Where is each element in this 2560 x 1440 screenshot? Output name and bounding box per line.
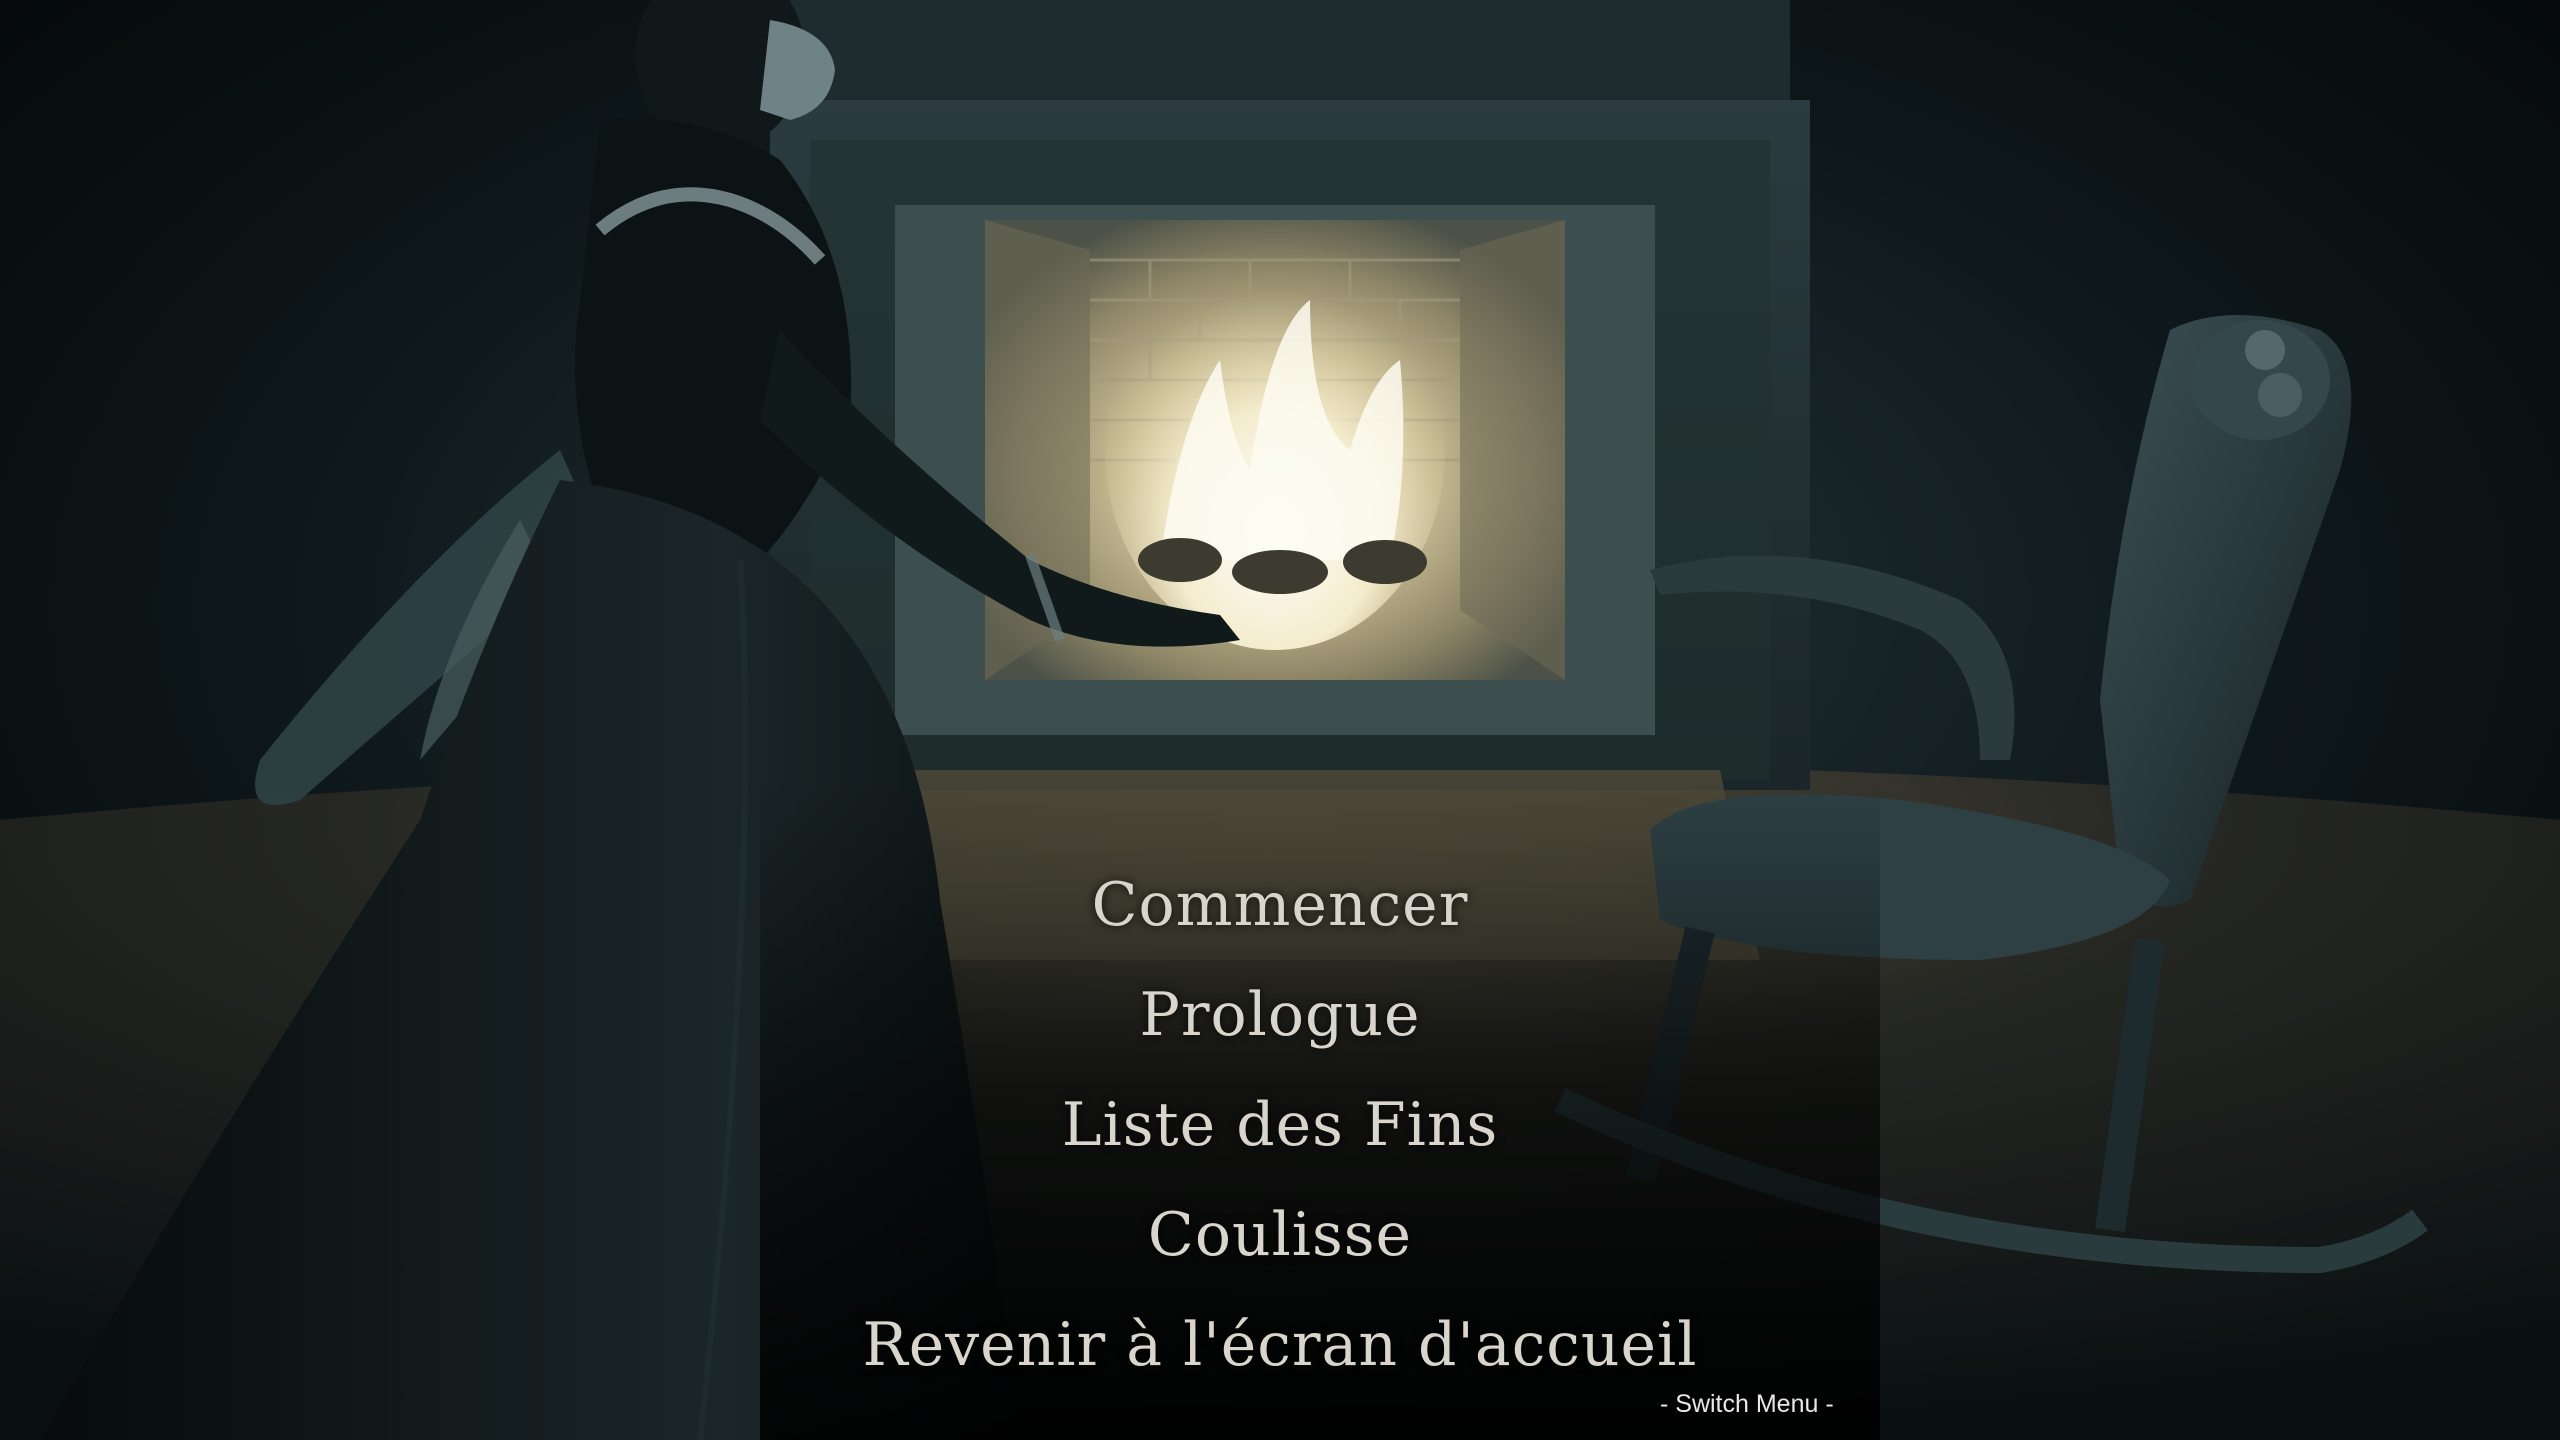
main-menu: Commencer Prologue Liste des Fins Coulis… <box>780 850 1780 1400</box>
menu-item-revenir-accueil[interactable]: Revenir à l'écran d'accueil <box>863 1290 1698 1400</box>
menu-item-commencer[interactable]: Commencer <box>1092 850 1469 960</box>
menu-item-coulisse[interactable]: Coulisse <box>1148 1180 1412 1290</box>
menu-item-prologue[interactable]: Prologue <box>1139 960 1420 1070</box>
menu-item-liste-des-fins[interactable]: Liste des Fins <box>1062 1070 1499 1180</box>
switch-menu-button[interactable]: - Switch Menu - <box>1660 1390 1834 1419</box>
